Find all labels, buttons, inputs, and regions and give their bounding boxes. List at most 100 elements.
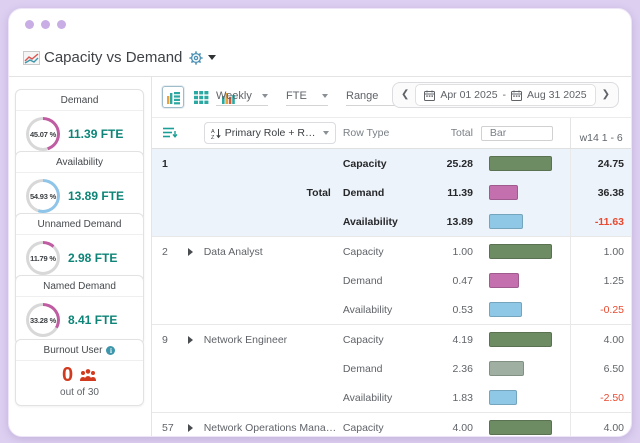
kpi-card-demand: Demand 45.07 % 11.39 FTE bbox=[15, 89, 144, 159]
chevron-down-icon bbox=[322, 94, 328, 98]
kpi-card-title: Burnout User i bbox=[16, 340, 143, 361]
window-controls bbox=[25, 20, 66, 29]
kpi-card-title: Named Demand bbox=[16, 276, 143, 297]
column-header-total: Total bbox=[450, 127, 473, 139]
period-value: -0.25 bbox=[570, 295, 631, 324]
view-combo-icon[interactable] bbox=[162, 86, 184, 108]
total-value: 11.39 bbox=[447, 186, 473, 199]
page-title: Capacity vs Demand bbox=[44, 49, 183, 66]
kpi-card-title: Unnamed Demand bbox=[16, 214, 143, 235]
donut-percentage: 11.79 % bbox=[30, 253, 56, 263]
kpi-sidebar: Demand 45.07 % 11.39 FTE Availability 54.93 … bbox=[9, 77, 151, 436]
fte-value: 2.98 FTE bbox=[68, 251, 118, 265]
expand-caret-icon[interactable] bbox=[187, 423, 193, 432]
date-range-end: Aug 31 2025 bbox=[527, 89, 587, 101]
bar-capacity bbox=[488, 156, 552, 171]
kpi-card-named-demand: Named Demand 33.28 % 8.41 FTE bbox=[15, 275, 144, 345]
window-dot-1[interactable] bbox=[25, 20, 34, 29]
unit-dropdown[interactable]: FTE bbox=[286, 87, 328, 106]
period-value: 1.25 bbox=[570, 266, 631, 295]
toolbar: Weekly FTE Range ❮ Apr 01 2025 - Aug 31 … bbox=[152, 77, 631, 117]
unit-dropdown-value: FTE bbox=[286, 90, 307, 102]
row-group-data-analyst: 2 Data Analyst Capacity 1.00 1.00 Demand 0.47 1… bbox=[152, 237, 631, 325]
row-type-label: Capacity bbox=[342, 333, 384, 346]
period-value: 4.00 bbox=[570, 325, 631, 354]
expand-caret-icon[interactable] bbox=[187, 335, 193, 344]
row-type-label: Availability bbox=[342, 215, 398, 228]
column-header-period: w14 1 - 6 bbox=[570, 118, 631, 148]
group-label: Total bbox=[306, 186, 331, 199]
donut-chart: 45.07 % bbox=[26, 117, 60, 151]
period-value: 1.00 bbox=[570, 237, 631, 266]
group-number: 57 bbox=[162, 421, 174, 434]
donut-percentage: 54.93 % bbox=[29, 191, 57, 201]
column-header-bar: Bar bbox=[480, 125, 553, 141]
period-value: 36.38 bbox=[570, 178, 631, 207]
total-value: 1.83 bbox=[452, 391, 473, 404]
table-body: 1 Capacity 25.28 24.75 Total Demand 11.39 36.38… bbox=[152, 149, 631, 436]
settings-gear-icon[interactable] bbox=[189, 50, 204, 65]
date-range-values[interactable]: Apr 01 2025 - Aug 31 2025 bbox=[415, 84, 596, 106]
bar-capacity bbox=[488, 244, 552, 259]
table-row: 2 Data Analyst Capacity 1.00 1.00 bbox=[152, 237, 631, 266]
total-value: 0.53 bbox=[452, 303, 473, 316]
sort-rows-icon[interactable] bbox=[162, 126, 178, 140]
row-type-label: Availability bbox=[342, 391, 393, 404]
expand-caret-icon[interactable] bbox=[187, 247, 193, 256]
table-row: 57 Network Operations Manager Capacity 4.00… bbox=[152, 413, 631, 436]
calendar-icon bbox=[511, 90, 523, 101]
bar-capacity bbox=[488, 420, 552, 435]
period-value: -11.63 bbox=[570, 207, 631, 236]
group-number: 1 bbox=[162, 157, 168, 170]
table-row: 9 Network Engineer Capacity 4.19 4.00 bbox=[152, 325, 631, 354]
window-dot-3[interactable] bbox=[57, 20, 66, 29]
fte-value: 11.39 FTE bbox=[68, 127, 124, 141]
bar-availability bbox=[488, 214, 523, 229]
group-name: Network Engineer bbox=[203, 333, 288, 346]
total-value: 2.36 bbox=[452, 362, 473, 375]
group-by-dropdown[interactable]: A Z Primary Role + Resource... bbox=[203, 122, 336, 144]
table-row: Availability 0.53 -0.25 bbox=[152, 295, 631, 324]
table-row: 1 Capacity 25.28 24.75 bbox=[152, 149, 631, 178]
row-type-label: Availability bbox=[342, 303, 393, 316]
row-type-label: Demand bbox=[342, 362, 383, 375]
fte-value: 13.89 FTE bbox=[68, 189, 125, 203]
row-type-label: Capacity bbox=[342, 421, 384, 434]
next-period-button[interactable]: ❯ bbox=[600, 90, 612, 100]
total-value: 4.19 bbox=[452, 333, 473, 346]
row-type-label: Demand bbox=[342, 186, 385, 199]
burnout-caption: out of 30 bbox=[60, 387, 99, 398]
range-dropdown-value: Range bbox=[346, 90, 379, 102]
period-value: -2.50 bbox=[570, 383, 631, 412]
row-group-network-engineer: 9 Network Engineer Capacity 4.19 4.00 Demand 2… bbox=[152, 325, 631, 413]
total-value: 25.28 bbox=[446, 157, 473, 170]
group-number: 9 bbox=[162, 333, 168, 346]
line-chart-icon bbox=[23, 50, 40, 65]
fte-value: 8.41 FTE bbox=[68, 313, 118, 327]
view-grid-icon[interactable] bbox=[191, 87, 211, 107]
table-header: A Z Primary Role + Resource... Row Type … bbox=[152, 117, 631, 149]
total-value: 13.89 bbox=[446, 215, 473, 228]
table-row: Total Demand 11.39 36.38 bbox=[152, 178, 631, 207]
column-header-row-type: Row Type bbox=[342, 127, 390, 139]
total-value: 0.47 bbox=[452, 274, 473, 287]
kpi-card-unnamed-demand: Unnamed Demand 11.79 % 2.98 FTE bbox=[15, 213, 144, 283]
period-value: 6.50 bbox=[570, 354, 631, 383]
row-type-label: Demand bbox=[342, 274, 383, 287]
app-window: Capacity vs Demand Demand 45.07 % 11.39 FT… bbox=[8, 8, 632, 437]
info-icon[interactable]: i bbox=[106, 346, 116, 355]
table-row: Availability 1.83 -2.50 bbox=[152, 383, 631, 412]
title-bar: Capacity vs Demand bbox=[9, 39, 631, 76]
table-row: Demand 2.36 6.50 bbox=[152, 354, 631, 383]
burnout-title: Burnout User bbox=[43, 345, 103, 356]
kpi-card-availability: Availability 54.93 % 13.89 FTE bbox=[15, 151, 144, 221]
table-row: Demand 0.47 1.25 bbox=[152, 266, 631, 295]
row-group-total: 1 Capacity 25.28 24.75 Total Demand 11.39 36.38… bbox=[152, 149, 631, 237]
row-type-label: Capacity bbox=[342, 157, 387, 170]
bar-availability bbox=[488, 302, 522, 317]
period-dropdown[interactable]: Weekly bbox=[216, 87, 268, 106]
row-type-label: Capacity bbox=[342, 245, 384, 258]
title-menu-caret-icon[interactable] bbox=[208, 55, 217, 60]
window-dot-2[interactable] bbox=[41, 20, 50, 29]
prev-period-button[interactable]: ❮ bbox=[399, 90, 411, 100]
